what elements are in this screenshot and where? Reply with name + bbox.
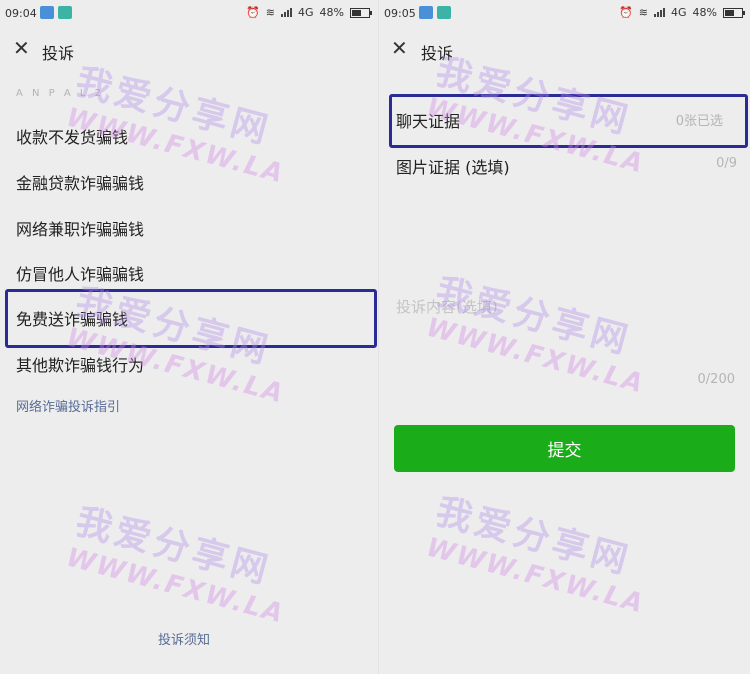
chat-evidence-label[interactable]: 聊天证据: [396, 108, 460, 132]
notification-icon-2: [58, 6, 72, 19]
close-icon[interactable]: ✕: [391, 36, 408, 60]
battery-icon: [723, 7, 745, 18]
complaint-content-input[interactable]: 投诉内容(选填): [396, 296, 498, 317]
notification-icon-2: [437, 6, 451, 19]
reason-item-selected[interactable]: 免费送诈骗骗钱: [16, 306, 128, 330]
title-bar: ✕ 投诉: [379, 36, 750, 64]
submit-button[interactable]: 提交: [394, 425, 735, 472]
network-type: 4G: [298, 6, 314, 19]
status-bar: 09:05 ⏰ ≋ 4G 48%: [379, 0, 750, 26]
status-time: 09:04: [5, 7, 37, 20]
notification-icon: [40, 6, 54, 19]
alarm-icon: ⏰: [246, 6, 260, 19]
complaint-notice-link[interactable]: 投诉须知: [158, 629, 210, 648]
close-icon[interactable]: ✕: [13, 36, 30, 60]
image-evidence-label[interactable]: 图片证据 (选填): [396, 154, 510, 178]
status-time: 09:05: [384, 7, 416, 20]
chat-evidence-count: 0张已选: [675, 114, 723, 129]
network-type: 4G: [671, 6, 687, 19]
notification-icon: [419, 6, 433, 19]
section-hint: A N P A L 2: [16, 88, 105, 99]
page-title: 投诉: [421, 44, 454, 63]
left-screen: 09:04 ⏰ ≋ 4G 48% ✕ 投诉 A N P A L 2 收款不发货骗…: [0, 0, 378, 674]
reason-item[interactable]: 金融贷款诈骗骗钱: [16, 170, 144, 194]
wifi-icon: ≋: [265, 6, 276, 19]
status-bar: 09:04 ⏰ ≋ 4G 48%: [0, 0, 378, 26]
fraud-guide-link[interactable]: 网络诈骗投诉指引: [16, 396, 120, 415]
battery-icon: [350, 7, 372, 18]
reason-item[interactable]: 网络兼职诈骗骗钱: [16, 216, 144, 240]
reason-item[interactable]: 收款不发货骗钱: [16, 124, 128, 148]
battery-percent: 48%: [692, 6, 717, 19]
reason-item[interactable]: 仿冒他人诈骗骗钱: [16, 261, 144, 285]
page-title: 投诉: [42, 44, 75, 63]
image-evidence-count: 0/9: [716, 156, 737, 171]
wifi-icon: ≋: [638, 6, 649, 19]
title-bar: ✕ 投诉: [0, 36, 378, 64]
alarm-icon: ⏰: [619, 6, 633, 19]
battery-percent: 48%: [319, 6, 344, 19]
content-char-count: 0/200: [697, 372, 735, 387]
signal-icon: [281, 8, 293, 17]
signal-icon: [654, 8, 666, 17]
reason-item[interactable]: 其他欺诈骗钱行为: [16, 352, 144, 376]
right-screen: 09:05 ⏰ ≋ 4G 48% ✕ 投诉 聊天证据 0张已选 图片证据 (选填…: [378, 0, 750, 674]
